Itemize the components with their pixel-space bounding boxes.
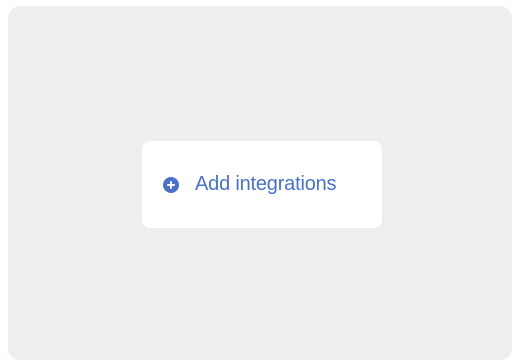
add-integrations-label: Add integrations — [195, 173, 337, 195]
integrations-panel: Add integrations — [8, 6, 512, 360]
plus-circle-icon — [163, 176, 179, 193]
add-integrations-button[interactable]: Add integrations — [142, 141, 382, 228]
